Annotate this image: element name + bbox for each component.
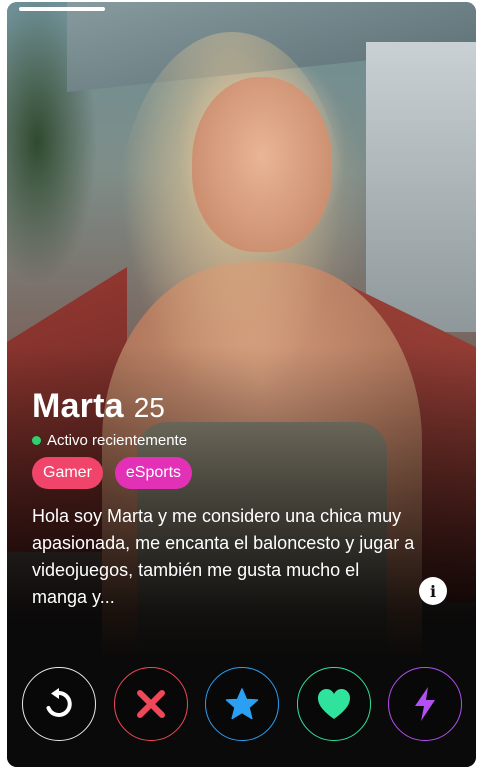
info-button[interactable]: i bbox=[419, 577, 447, 605]
close-x-icon bbox=[136, 690, 165, 718]
profile-name: Marta bbox=[32, 387, 124, 425]
heart-icon bbox=[317, 689, 350, 719]
active-dot-icon bbox=[32, 436, 41, 445]
rewind-icon bbox=[46, 688, 72, 717]
rewind-button[interactable] bbox=[22, 667, 96, 741]
star-icon bbox=[225, 688, 259, 720]
interest-tags: Gamer eSports bbox=[32, 457, 452, 489]
tag-esports: eSports bbox=[114, 457, 193, 489]
super-like-button[interactable] bbox=[205, 667, 279, 741]
photo-bottom-gradient bbox=[7, 2, 476, 767]
profile-bio: Hola soy Marta y me considero una chica … bbox=[32, 506, 415, 607]
tag-gamer: Gamer bbox=[32, 457, 103, 489]
action-bar bbox=[22, 667, 462, 749]
info-icon: i bbox=[429, 581, 437, 601]
profile-info: Marta 25 Activo recientemente Gamer eSpo… bbox=[32, 387, 452, 611]
profile-photo[interactable] bbox=[7, 2, 476, 767]
profile-card[interactable]: Marta 25 Activo recientemente Gamer eSpo… bbox=[7, 2, 476, 767]
name-line: Marta 25 bbox=[32, 387, 452, 426]
photo-progress-indicator bbox=[19, 7, 105, 11]
boost-button[interactable] bbox=[388, 667, 462, 741]
activity-status: Activo recientemente bbox=[32, 432, 452, 449]
like-button[interactable] bbox=[296, 667, 371, 741]
lightning-icon bbox=[415, 687, 435, 721]
nope-button[interactable] bbox=[113, 667, 188, 741]
activity-status-label: Activo recientemente bbox=[47, 432, 188, 449]
profile-age: 25 bbox=[133, 392, 165, 423]
